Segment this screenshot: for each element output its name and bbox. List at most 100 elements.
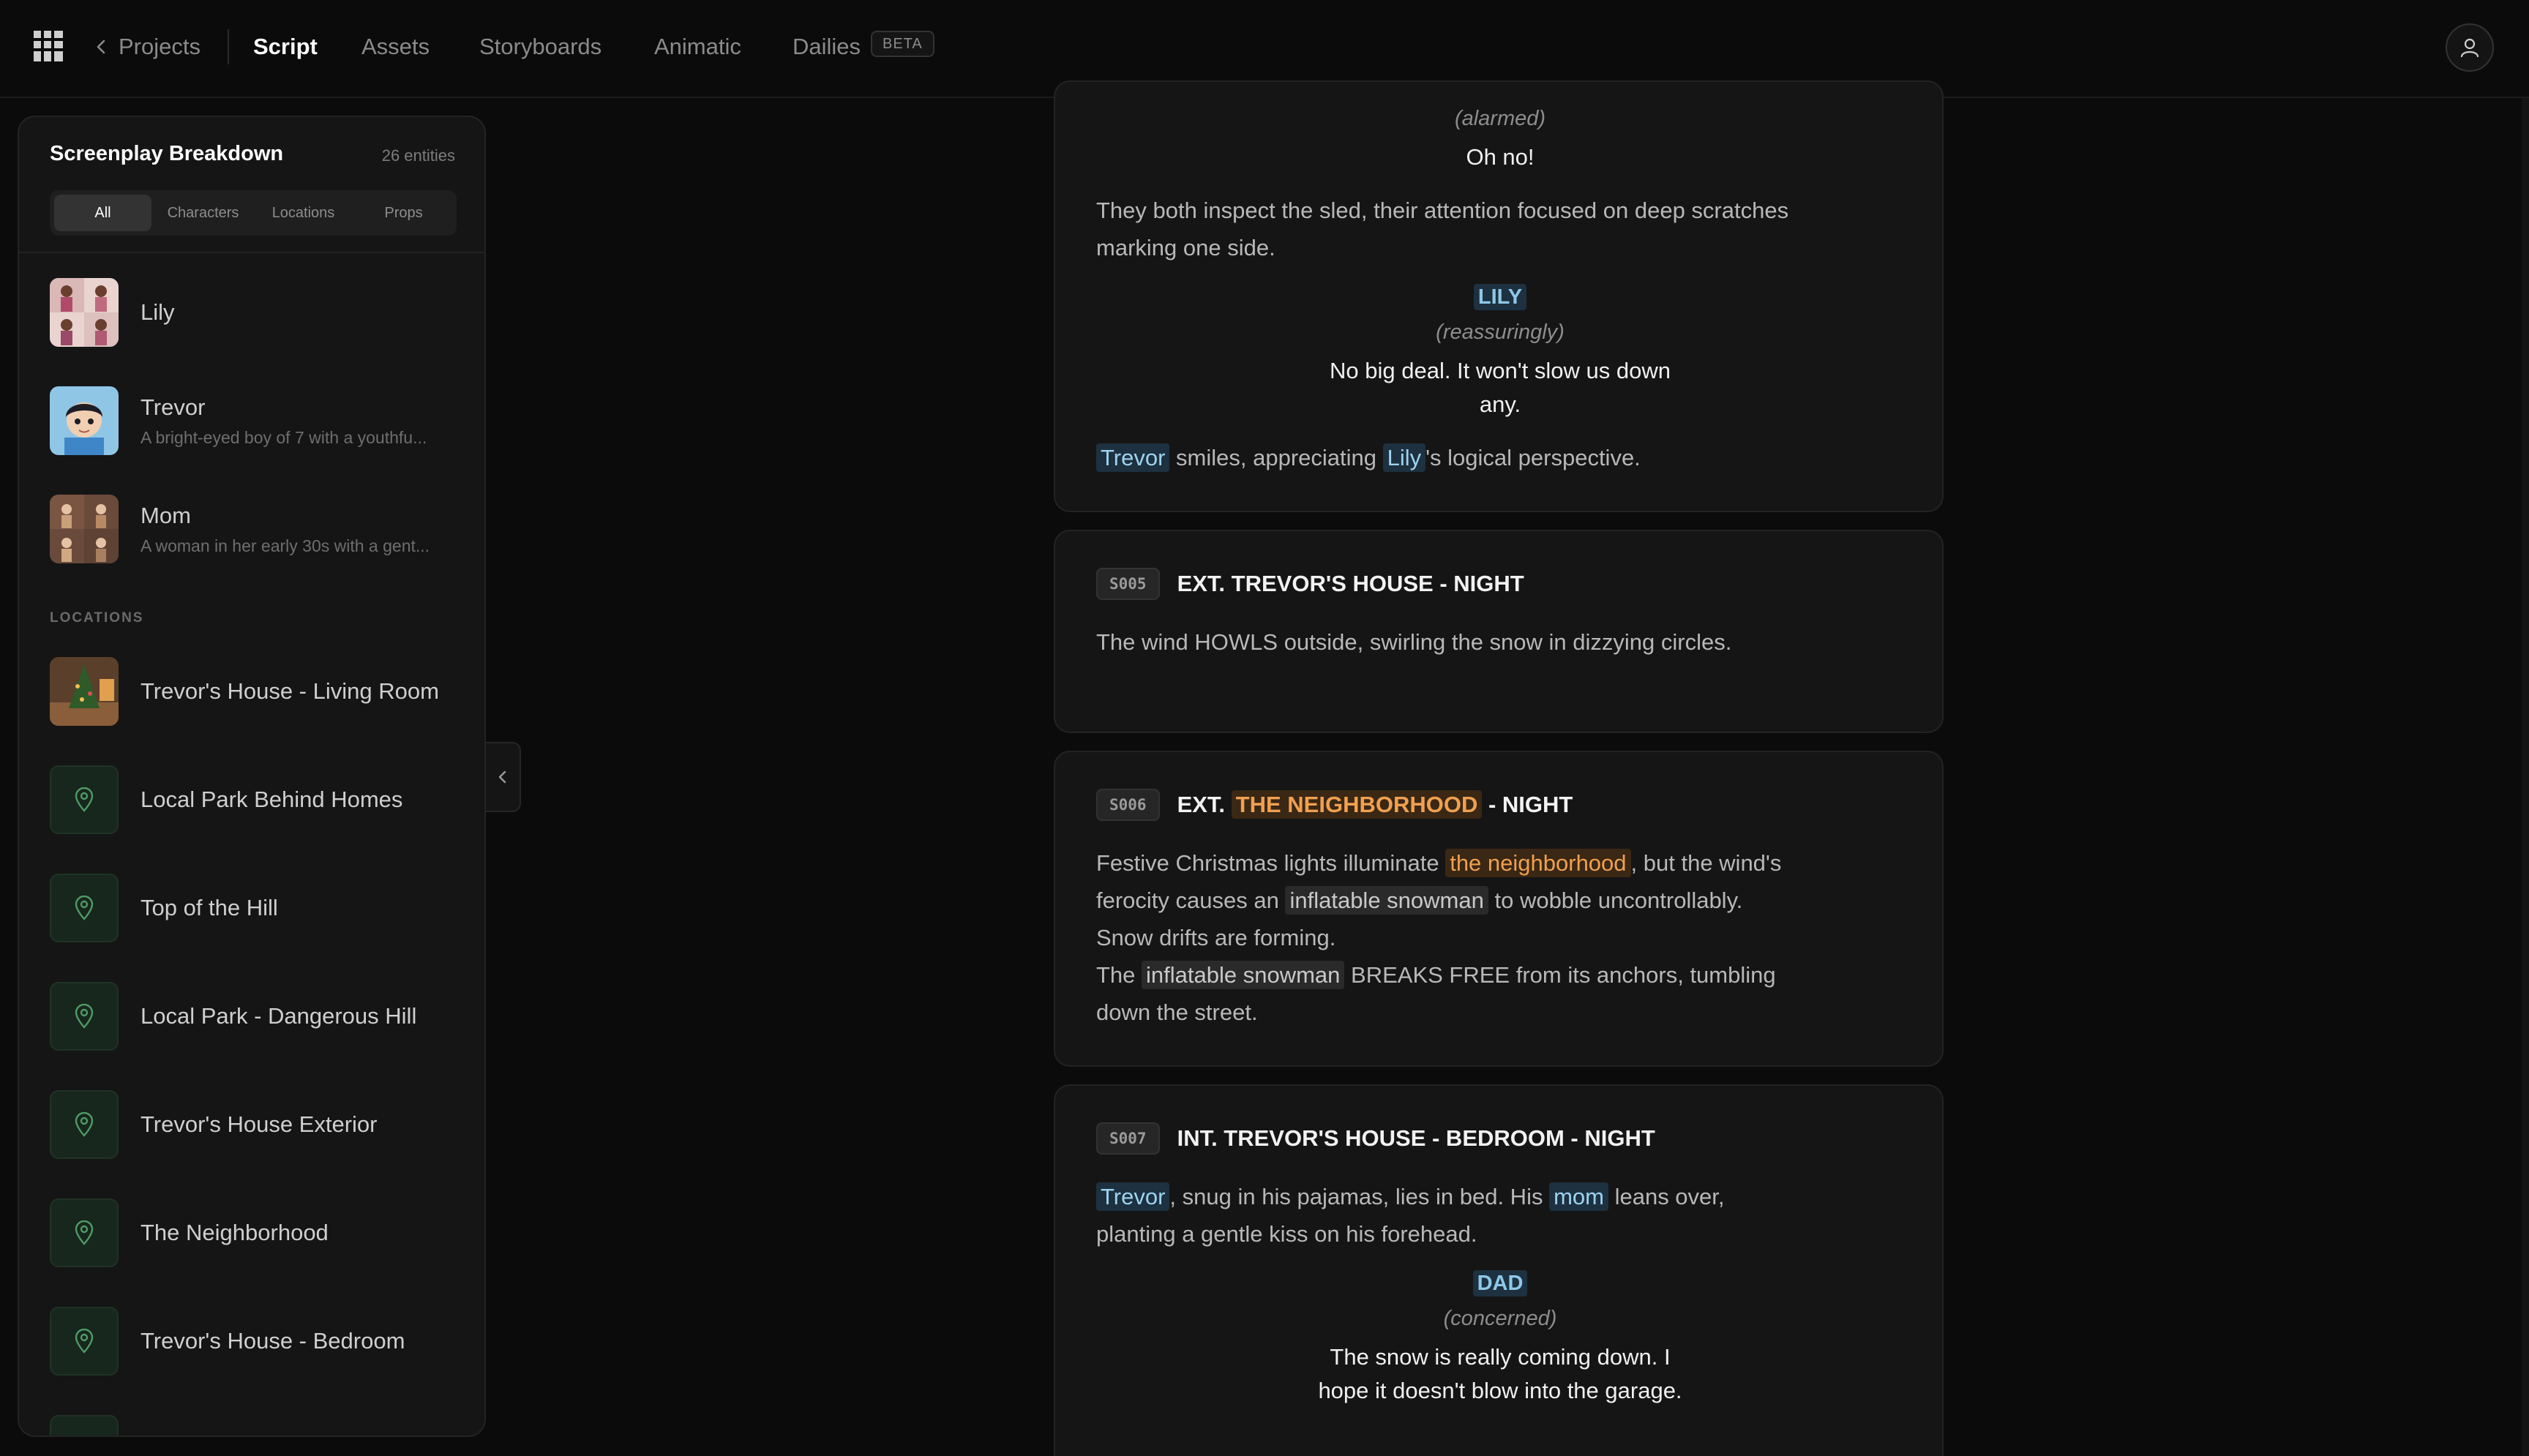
locations-section-header: LOCATIONS bbox=[50, 610, 144, 626]
entity-item-lily[interactable]: Lily bbox=[50, 278, 474, 347]
scene-slugline: EXT. TREVOR'S HOUSE - NIGHT bbox=[1177, 571, 1524, 596]
entity-item-bedroom[interactable]: Trevor's House - Bedroom bbox=[50, 1307, 474, 1376]
mention-inflatable-snowman[interactable]: inflatable snowman bbox=[1142, 961, 1345, 989]
scene-card-s004: (alarmed) Oh no! They both inspect the s… bbox=[1054, 80, 1944, 512]
entity-item-living-room[interactable]: Trevor's House - Living Room bbox=[50, 657, 474, 726]
scene-heading: S007 INT. TREVOR'S HOUSE - BEDROOM - NIG… bbox=[1096, 1122, 1655, 1155]
entity-name: Local Park - Dangerous Hill bbox=[140, 1003, 417, 1029]
action-line: Trevor smiles, appreciating Lily's logic… bbox=[1096, 439, 1791, 476]
mention-neighborhood[interactable]: THE NEIGHBORHOOD bbox=[1231, 790, 1483, 819]
nav-divider bbox=[228, 29, 229, 64]
tab-script[interactable]: Script bbox=[253, 29, 318, 64]
scene-number-badge: S005 bbox=[1096, 568, 1160, 600]
app-logo-icon[interactable] bbox=[32, 28, 66, 64]
entity-description: A woman in her early 30s with a gent... bbox=[140, 536, 430, 555]
scene-card-s005: S005 EXT. TREVOR'S HOUSE - NIGHT The win… bbox=[1054, 530, 1944, 733]
entity-name: Mom bbox=[140, 502, 191, 528]
scene-slugline: EXT. THE NEIGHBORHOOD - NIGHT bbox=[1177, 790, 1573, 819]
entity-item-house-exterior[interactable]: Trevor's House Exterior bbox=[50, 1090, 474, 1159]
entity-name: Trevor bbox=[140, 394, 206, 420]
entity-description: A bright-eyed boy of 7 with a youthfu... bbox=[140, 427, 427, 447]
entity-name: The Neighborhood bbox=[140, 1220, 329, 1245]
dialogue: No big deal. It won't slow us down any. bbox=[1330, 358, 1671, 417]
entity-item-trevor[interactable]: Trevor A bright-eyed boy of 7 with a you… bbox=[50, 386, 474, 455]
location-placeholder bbox=[50, 1307, 119, 1376]
mention-trevor[interactable]: Trevor bbox=[1096, 1182, 1170, 1211]
scene-number-badge: S006 bbox=[1096, 789, 1160, 821]
entity-name: Lily bbox=[140, 299, 175, 325]
tab-storyboards[interactable]: Storyboards bbox=[479, 29, 602, 64]
parenthetical: (reassuringly) bbox=[1436, 320, 1565, 344]
character-cue-dad[interactable]: DAD bbox=[1055, 1270, 1945, 1296]
window-edge bbox=[2522, 98, 2529, 1456]
location-placeholder bbox=[50, 1198, 119, 1267]
character-cue-lily[interactable]: LILY bbox=[1055, 284, 1945, 310]
action-line: The wind HOWLS outside, swirling the sno… bbox=[1096, 629, 1732, 655]
scene-card-s007: S007 INT. TREVOR'S HOUSE - BEDROOM - NIG… bbox=[1054, 1084, 1944, 1456]
entity-item-local-park[interactable]: Local Park Behind Homes bbox=[50, 765, 474, 834]
user-icon bbox=[2460, 38, 2479, 58]
back-label: Projects bbox=[119, 34, 201, 59]
collapse-sidebar-button[interactable] bbox=[486, 742, 521, 812]
user-avatar-button[interactable] bbox=[2446, 23, 2494, 72]
panel-title: Screenplay Breakdown bbox=[50, 142, 284, 165]
entity-name: Trevor's House Exterior bbox=[140, 1111, 378, 1137]
mention-lily[interactable]: Lily bbox=[1382, 443, 1426, 472]
scene-card-s006: S006 EXT. THE NEIGHBORHOOD - NIGHT Festi… bbox=[1054, 751, 1944, 1067]
entity-name: Trevor's House - Living Room bbox=[140, 678, 439, 704]
entity-item-mom[interactable]: Mom A woman in her early 30s with a gent… bbox=[50, 495, 474, 563]
entity-name: Top of the Hill bbox=[140, 895, 278, 920]
filter-locations[interactable]: Locations bbox=[255, 195, 352, 231]
scene-heading: S006 EXT. THE NEIGHBORHOOD - NIGHT bbox=[1096, 789, 1573, 821]
entity-item-partial[interactable] bbox=[50, 1415, 474, 1436]
beta-badge: BETA bbox=[871, 31, 934, 57]
entity-item-dangerous-hill[interactable]: Local Park - Dangerous Hill bbox=[50, 982, 474, 1051]
mention-neighborhood[interactable]: the neighborhood bbox=[1445, 849, 1631, 877]
dialogue: The snow is really coming down. I hope i… bbox=[1318, 1344, 1682, 1403]
tab-dailies[interactable]: Dailies bbox=[793, 29, 861, 64]
entity-item-top-of-hill[interactable]: Top of the Hill bbox=[50, 874, 474, 942]
filter-props[interactable]: Props bbox=[355, 195, 452, 231]
entity-name: Trevor's House - Bedroom bbox=[140, 1328, 405, 1354]
tab-assets[interactable]: Assets bbox=[361, 29, 430, 64]
entity-count: 26 entities bbox=[381, 146, 455, 165]
action-line: Festive Christmas lights illuminate the … bbox=[1096, 849, 1782, 950]
back-to-projects-link[interactable]: Projects bbox=[94, 29, 201, 64]
tab-animatic[interactable]: Animatic bbox=[654, 29, 741, 64]
entity-item-neighborhood[interactable]: The Neighborhood bbox=[50, 1198, 474, 1267]
map-pin-icon bbox=[75, 787, 94, 812]
mention-inflatable-snowman[interactable]: inflatable snowman bbox=[1285, 886, 1488, 915]
map-pin-icon bbox=[75, 896, 94, 920]
chevron-left-icon bbox=[97, 40, 105, 54]
location-placeholder bbox=[50, 1415, 119, 1436]
chevron-left-icon bbox=[498, 770, 506, 784]
dialogue: Oh no! bbox=[1466, 144, 1535, 170]
filter-all[interactable]: All bbox=[54, 195, 151, 231]
screenplay-breakdown-panel: Screenplay Breakdown 26 entities All Cha… bbox=[18, 116, 486, 1437]
panel-divider bbox=[19, 252, 484, 253]
lily-thumbnail bbox=[50, 278, 119, 347]
living-room-thumbnail bbox=[50, 657, 119, 726]
scene-heading: S005 EXT. TREVOR'S HOUSE - NIGHT bbox=[1096, 568, 1524, 600]
mom-thumbnail bbox=[50, 495, 119, 563]
entity-name: Local Park Behind Homes bbox=[140, 787, 403, 812]
location-placeholder bbox=[50, 982, 119, 1051]
map-pin-icon bbox=[75, 1004, 94, 1029]
location-placeholder bbox=[50, 765, 119, 834]
mention-mom[interactable]: mom bbox=[1549, 1182, 1608, 1211]
location-placeholder bbox=[50, 1090, 119, 1159]
scene-number-badge: S007 bbox=[1096, 1122, 1160, 1155]
parenthetical: (alarmed) bbox=[1454, 107, 1546, 130]
action-line: The inflatable snowman BREAKS FREE from … bbox=[1096, 961, 1776, 1025]
map-pin-icon bbox=[75, 1329, 94, 1354]
location-placeholder bbox=[50, 874, 119, 942]
filter-characters[interactable]: Characters bbox=[154, 195, 252, 231]
trevor-thumbnail bbox=[50, 386, 119, 455]
entity-filter: All Characters Locations Props bbox=[50, 190, 457, 236]
action-line: They both inspect the sled, their attent… bbox=[1096, 198, 1789, 260]
parenthetical: (concerned) bbox=[1443, 1307, 1557, 1330]
mention-trevor[interactable]: Trevor bbox=[1096, 443, 1170, 472]
action-line: Trevor, snug in his pajamas, lies in bed… bbox=[1096, 1182, 1725, 1247]
map-pin-icon bbox=[75, 1220, 94, 1245]
map-pin-icon bbox=[75, 1112, 94, 1137]
